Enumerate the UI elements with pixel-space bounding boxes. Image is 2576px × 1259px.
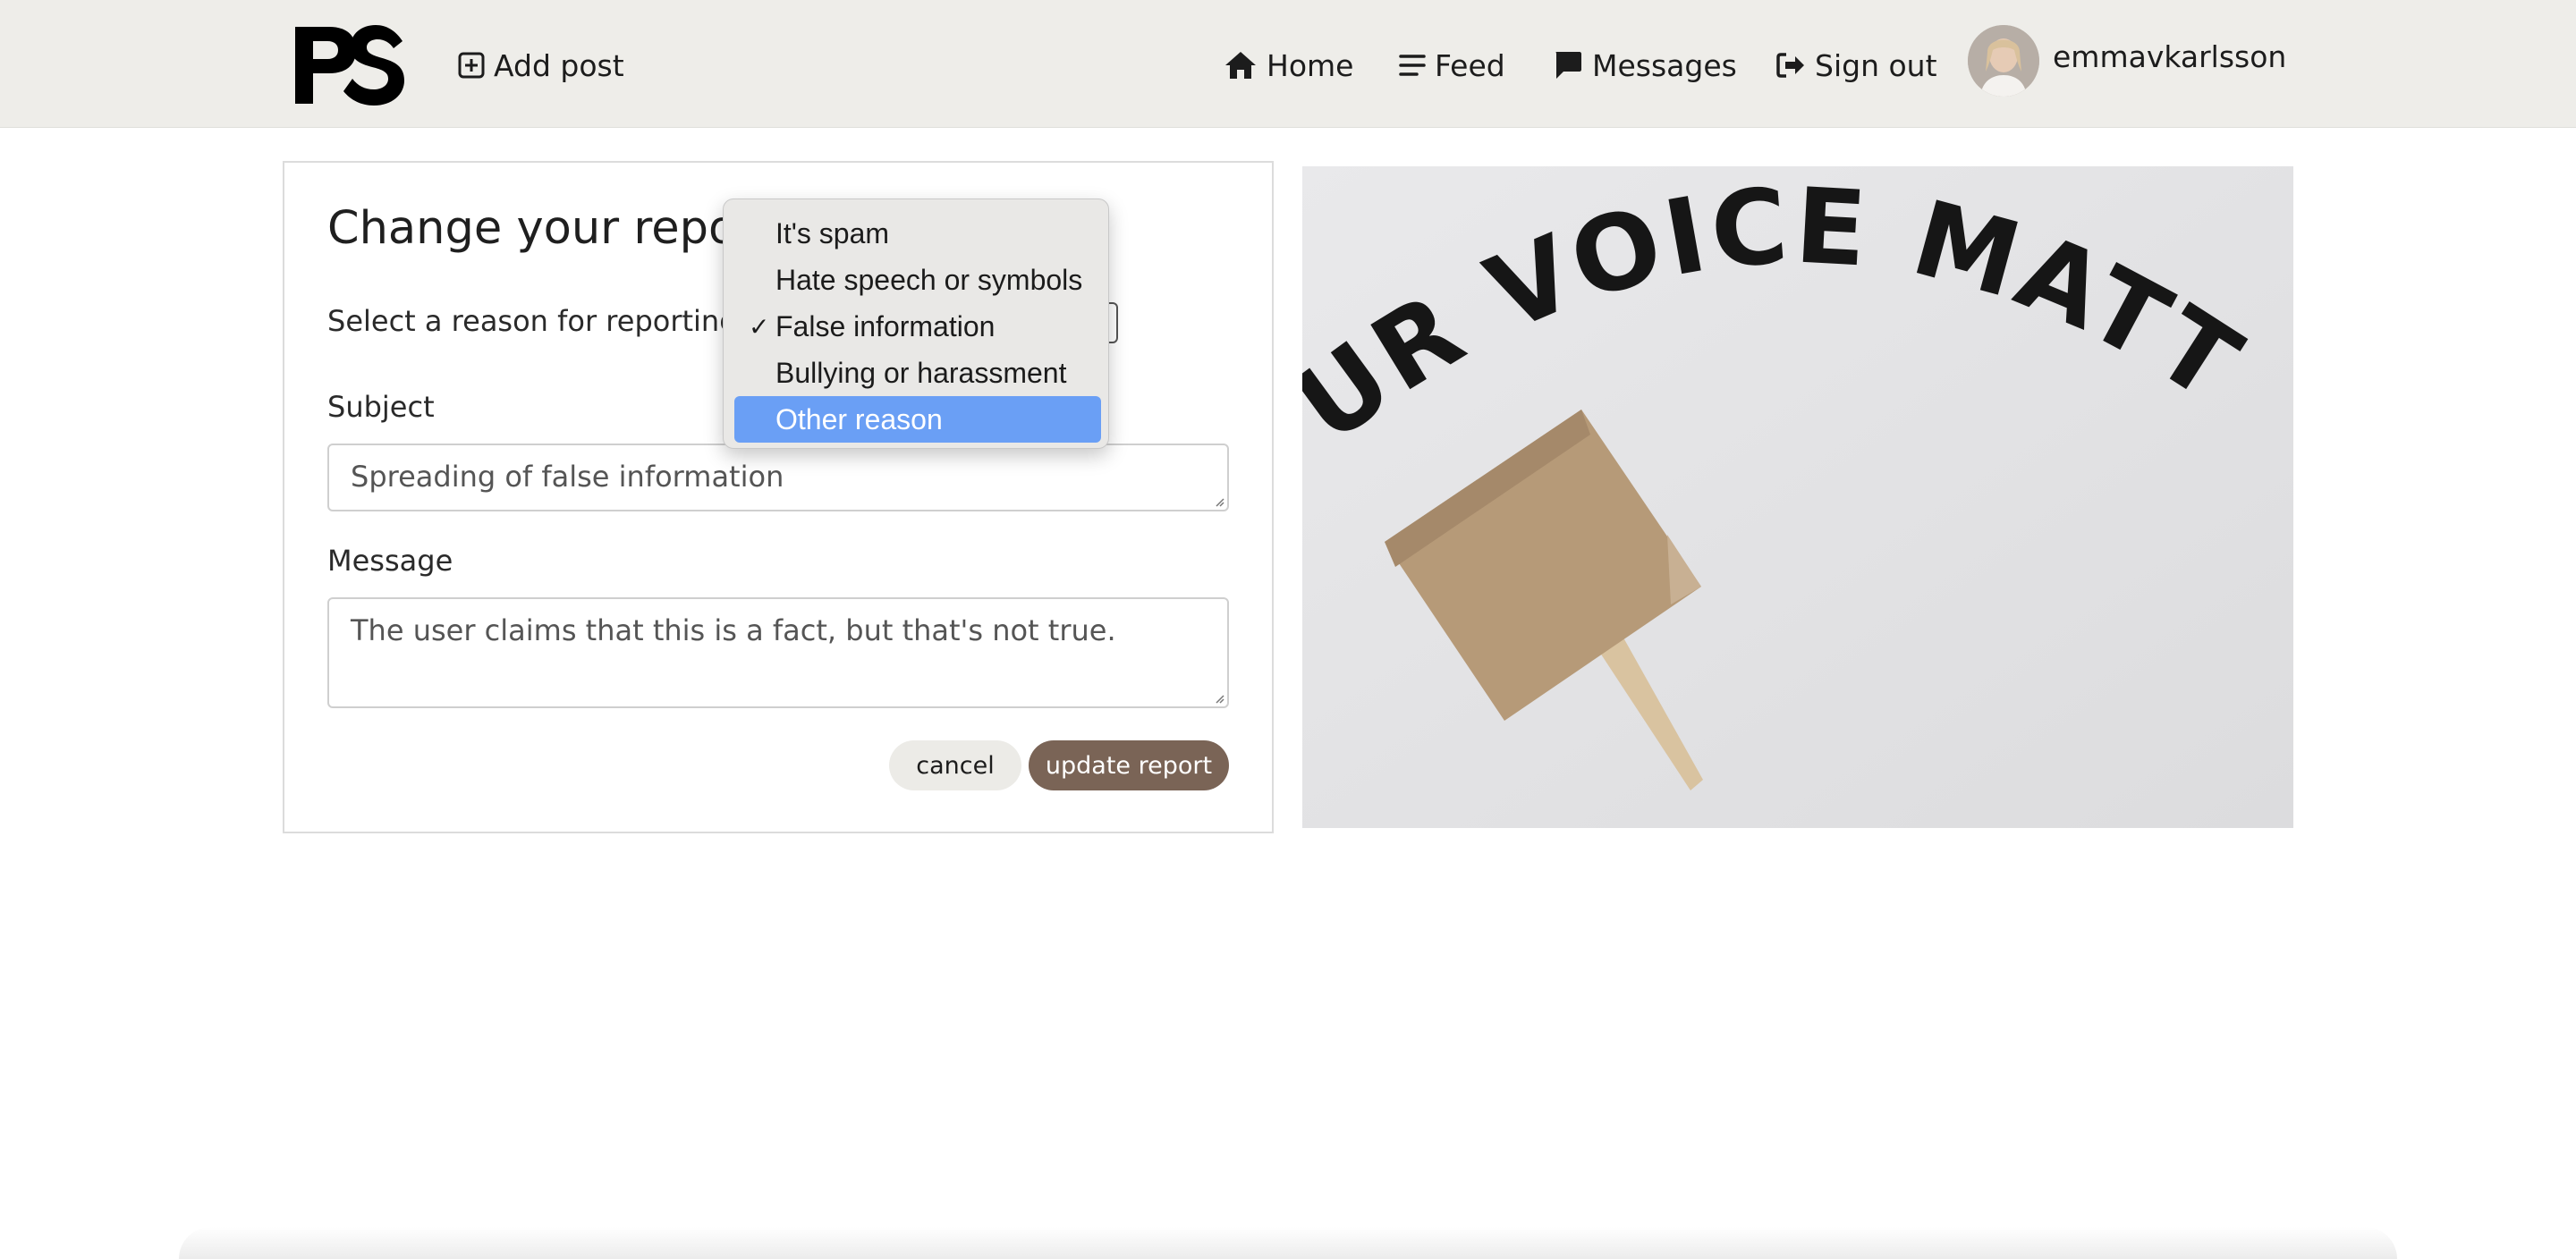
nav-messages-link[interactable]: Messages <box>1553 45 1737 86</box>
post-image: YOUR VOICE MATTERS <box>1302 166 2293 828</box>
dropdown-option-hate-speech[interactable]: Hate speech or symbols <box>734 257 1101 303</box>
home-icon <box>1225 52 1256 79</box>
dropdown-option-other-reason[interactable]: Other reason <box>734 396 1101 443</box>
option-label: False information <box>775 309 996 342</box>
resize-grip-icon[interactable] <box>1212 494 1224 507</box>
bottom-edge-shadow <box>179 1227 2397 1259</box>
username[interactable]: emmavkarlsson <box>2053 39 2286 74</box>
message-value: The user claims that this is a fact, but… <box>351 613 1116 647</box>
add-post-link[interactable]: Add post <box>458 45 624 86</box>
option-label: Hate speech or symbols <box>775 263 1083 296</box>
nav-feed-label: Feed <box>1435 47 1505 83</box>
dropdown-option-bullying[interactable]: Bullying or harassment <box>734 350 1101 396</box>
cancel-button[interactable]: cancel <box>889 740 1021 790</box>
option-label: Other reason <box>775 402 943 435</box>
option-label: Bullying or harassment <box>775 356 1067 389</box>
nav-signout-label: Sign out <box>1815 47 1937 83</box>
dropdown-option-spam[interactable]: It's spam <box>734 210 1101 257</box>
option-label: It's spam <box>775 216 890 249</box>
subject-input[interactable]: Spreading of false information <box>327 444 1229 511</box>
reason-label: Select a reason for reporting <box>327 304 738 338</box>
checkmark-icon: ✓ <box>749 312 770 341</box>
message-icon <box>1555 52 1581 79</box>
subject-label: Subject <box>327 390 435 424</box>
dropdown-option-false-information[interactable]: ✓ False information <box>734 303 1101 350</box>
message-label: Message <box>327 544 453 578</box>
add-post-label: Add post <box>494 47 624 83</box>
sign-out-icon <box>1776 53 1804 78</box>
subject-value: Spreading of false information <box>351 460 784 494</box>
reason-dropdown-menu: It's spam Hate speech or symbols ✓ False… <box>723 199 1109 449</box>
plus-square-icon <box>458 52 485 79</box>
page-title: Change your report <box>327 202 774 255</box>
nav-home-link[interactable]: Home <box>1224 45 1353 86</box>
message-textarea[interactable]: The user claims that this is a fact, but… <box>327 597 1229 708</box>
nav-signout-link[interactable]: Sign out <box>1775 45 1937 86</box>
user-avatar[interactable] <box>1968 25 2039 97</box>
resize-grip-icon[interactable] <box>1212 691 1224 704</box>
bars-icon <box>1399 55 1426 76</box>
nav-feed-link[interactable]: Feed <box>1399 45 1505 86</box>
update-report-button[interactable]: update report <box>1029 740 1229 790</box>
nav-home-label: Home <box>1267 47 1354 83</box>
ps-logo[interactable] <box>293 23 406 106</box>
avatar-photo <box>1968 25 2039 97</box>
top-navbar: Add post Home Feed Messages Sign out emm… <box>0 0 2576 128</box>
nav-messages-label: Messages <box>1592 47 1737 83</box>
